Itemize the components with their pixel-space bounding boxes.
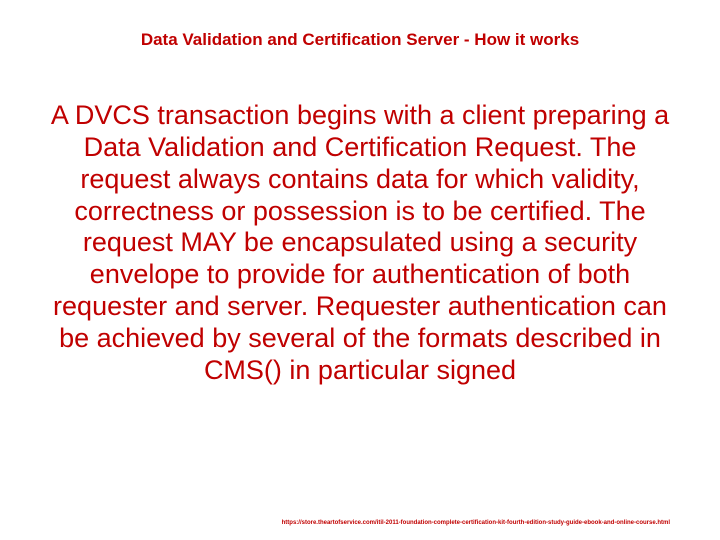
footer-url: https://store.theartofservice.com/itil-2… bbox=[282, 520, 670, 526]
slide-title: Data Validation and Certification Server… bbox=[0, 30, 720, 50]
slide-body: A DVCS transaction begins with a client … bbox=[40, 100, 680, 387]
slide: Data Validation and Certification Server… bbox=[0, 0, 720, 540]
